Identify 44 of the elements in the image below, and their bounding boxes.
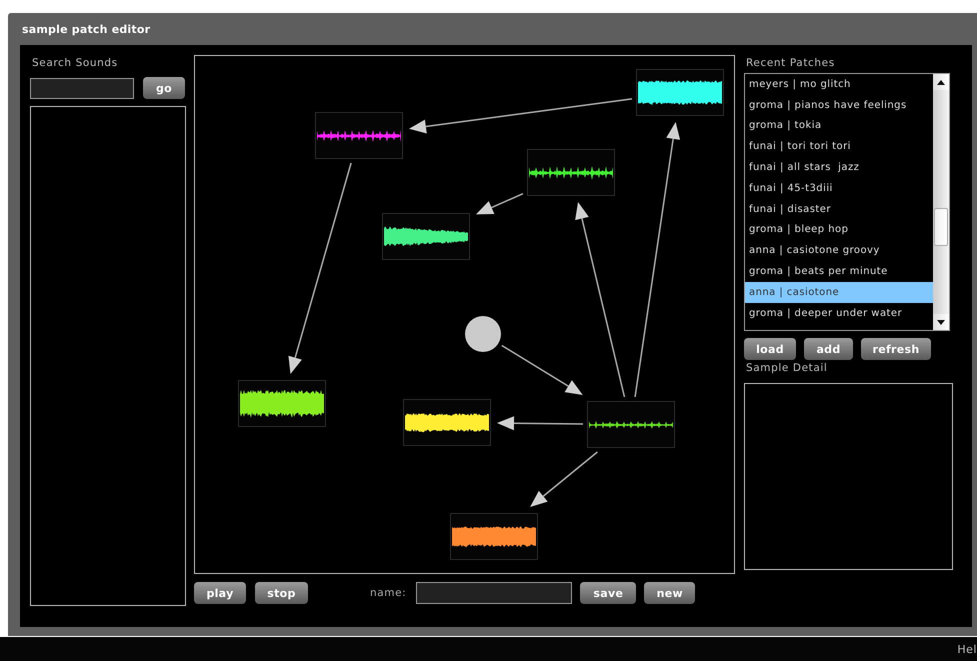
connection-arrow (530, 451, 598, 507)
patch-list-item[interactable]: anna | casiotone groovy (745, 240, 933, 262)
save-button[interactable]: save (580, 582, 636, 604)
sample-node[interactable] (382, 213, 470, 260)
patch-list-item[interactable]: funai | disaster (745, 198, 933, 220)
patch-list-item[interactable]: funai | 45-t3diii (745, 178, 933, 199)
sample-detail-label: Sample Detail (746, 362, 828, 376)
sample-node[interactable] (587, 401, 675, 448)
refresh-button[interactable]: refresh (861, 338, 931, 360)
window-title: sample patch editor (22, 22, 150, 36)
name-field[interactable] (416, 582, 572, 604)
recent-patches-label: Recent Patches (746, 57, 836, 71)
go-button[interactable]: go (143, 77, 185, 99)
patch-list-item[interactable]: groma | pianos have feelings (745, 94, 933, 116)
load-button[interactable]: load (744, 338, 796, 360)
scroll-down-icon[interactable] (937, 320, 945, 324)
status-text: Hel (957, 642, 977, 656)
name-label: name: (370, 587, 406, 599)
search-field[interactable] (30, 78, 134, 98)
patch-list-item[interactable]: funai | all stars jazz (745, 157, 933, 178)
source-node[interactable] (465, 316, 501, 352)
patch-list-item[interactable]: meyers | mo glitch (745, 74, 933, 95)
patch-list-item[interactable]: anna | casiotone (745, 282, 933, 303)
scrollbar[interactable] (933, 74, 949, 330)
stop-button[interactable]: stop (255, 582, 308, 604)
patch-list-item[interactable]: groma | beats per minute (745, 261, 933, 282)
sample-node[interactable] (238, 380, 326, 427)
play-button[interactable]: play (194, 582, 246, 604)
search-label: Search Sounds (32, 57, 119, 71)
scroll-up-icon[interactable] (937, 80, 945, 84)
scroll-thumb[interactable] (934, 208, 948, 246)
sample-node[interactable] (403, 399, 491, 446)
sample-node[interactable] (527, 149, 615, 196)
patch-list[interactable] (744, 73, 950, 331)
connection-arrow (476, 193, 524, 214)
sample-node[interactable] (315, 112, 403, 159)
sample-node[interactable] (636, 69, 724, 116)
new-button[interactable]: new (644, 582, 696, 604)
patch-list-item[interactable]: funai | tori tori tori (745, 136, 933, 158)
patch-list-item[interactable]: groma | deeper under water (745, 302, 933, 324)
add-button[interactable]: add (804, 338, 853, 360)
patch-list-item[interactable]: groma | bleep hop (745, 220, 933, 240)
patch-list-item[interactable]: groma | tokia (745, 116, 933, 136)
sample-node[interactable] (450, 513, 538, 560)
